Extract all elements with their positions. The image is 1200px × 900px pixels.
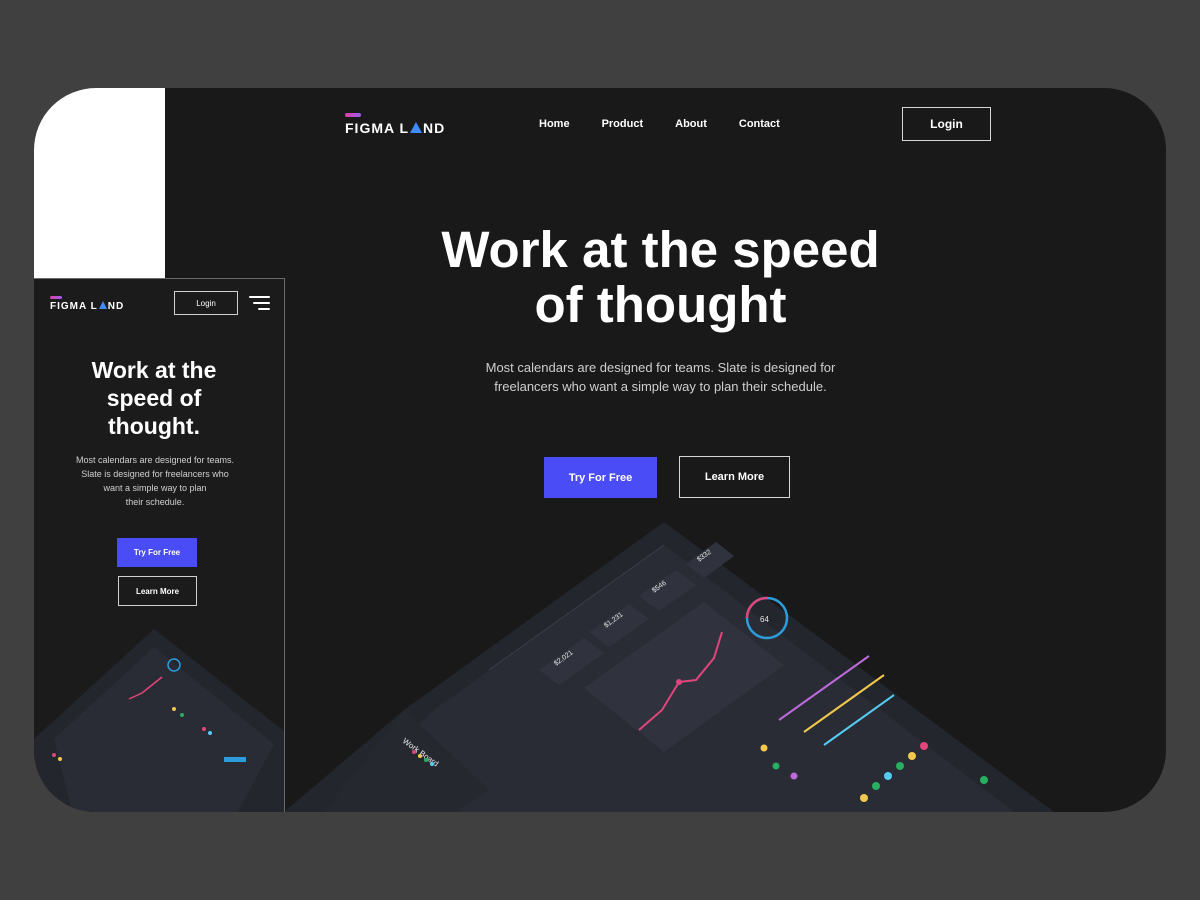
logo-text-part2: ND: [423, 120, 446, 136]
learn-more-button[interactable]: Learn More: [679, 456, 790, 498]
main-nav: Home Product About Contact: [539, 118, 780, 130]
mobile-dot-1: [172, 707, 176, 711]
legend-dot-3: [790, 772, 798, 780]
mobile-hero-subtitle: Most calendars are designed for teams. S…: [64, 453, 246, 509]
chart-point: [676, 679, 682, 685]
mobile-accent-bar: [224, 757, 246, 762]
mobile-title-line-2: speed of: [106, 385, 202, 411]
hero-subtitle: Most calendars are designed for teams. S…: [464, 358, 857, 396]
menu-line-2: [253, 302, 270, 304]
legend-dot-2: [772, 762, 780, 770]
nav-about[interactable]: About: [675, 118, 707, 130]
list-dot-7: [980, 776, 988, 784]
menu-line-1: [249, 296, 270, 298]
board-dot-4: [430, 762, 434, 766]
nav-contact[interactable]: Contact: [739, 118, 780, 130]
legend-dot-1: [760, 744, 768, 752]
hero-subtitle-line-1: Most calendars are designed for teams. S…: [485, 360, 836, 375]
list-dot-5: [872, 782, 880, 790]
mobile-logo[interactable]: FIGMA L ND: [50, 296, 125, 312]
mobile-logo-bar: [50, 296, 62, 299]
logo-bar: [345, 113, 361, 117]
board-dot-2: [418, 754, 422, 758]
menu-line-3: [258, 308, 270, 310]
mobile-logo-text-part2: ND: [107, 301, 125, 312]
mobile-dot-3: [202, 727, 206, 731]
hero-title-line-2: of thought: [534, 276, 787, 333]
dashboard-illustration: $2,021 $1,231 $546 $332 64 Work Board: [284, 522, 1054, 812]
mobile-dot-5: [52, 753, 56, 757]
list-dot-3: [896, 762, 904, 770]
mobile-preview: FIGMA L ND Login Work at the speed of tho…: [34, 278, 285, 812]
login-button[interactable]: Login: [902, 107, 991, 141]
mobile-dot-4: [208, 731, 212, 735]
hero-subtitle-line-2: freelancers who want a simple way to pla…: [494, 379, 827, 394]
list-dot-1: [920, 742, 928, 750]
landing-page-card: FIGMA L ND Home Product About Contact Log…: [34, 88, 1166, 812]
hero-title-line-1: Work at the speed: [441, 221, 880, 278]
triangle-a-icon: [410, 122, 423, 133]
mobile-title-line-1: Work at the: [91, 357, 217, 383]
hamburger-menu-icon[interactable]: [249, 296, 270, 310]
white-corner-panel: [34, 88, 165, 278]
gauge-value: 64: [760, 615, 769, 624]
mobile-dot-6: [58, 757, 62, 761]
mobile-triangle-a-icon: [98, 301, 107, 309]
hero-title: Work at the speed of thought: [414, 222, 907, 332]
nav-home[interactable]: Home: [539, 118, 570, 130]
mobile-subtitle-line-4: their schedule.: [125, 497, 185, 507]
mobile-dashboard-inner: [54, 647, 274, 812]
list-dot-6: [860, 794, 868, 802]
list-dot-4: [884, 772, 892, 780]
try-for-free-button[interactable]: Try For Free: [544, 457, 657, 498]
board-dot-3: [424, 758, 428, 762]
mobile-hero-title: Work at the speed of thought.: [54, 356, 254, 440]
board-dot-1: [412, 750, 416, 754]
desktop-logo[interactable]: FIGMA L ND: [345, 113, 446, 136]
mobile-title-line-3: thought.: [108, 413, 200, 439]
mobile-dot-2: [180, 713, 184, 717]
mobile-login-button[interactable]: Login: [174, 291, 238, 315]
mobile-dashboard-illustration: [34, 629, 284, 812]
mobile-subtitle-line-1: Most calendars are designed for teams.: [75, 455, 235, 465]
nav-product[interactable]: Product: [602, 118, 644, 130]
logo-text-part1: FIGMA L: [345, 120, 410, 136]
mobile-subtitle-line-3: want a simple way to plan: [103, 483, 207, 493]
list-dot-2: [908, 752, 916, 760]
mobile-logo-text-part1: FIGMA L: [50, 301, 98, 312]
mobile-subtitle-line-2: Slate is designed for freelancers who: [81, 469, 229, 479]
mobile-learn-more-button[interactable]: Learn More: [118, 576, 197, 606]
mobile-try-for-free-button[interactable]: Try For Free: [117, 538, 197, 567]
